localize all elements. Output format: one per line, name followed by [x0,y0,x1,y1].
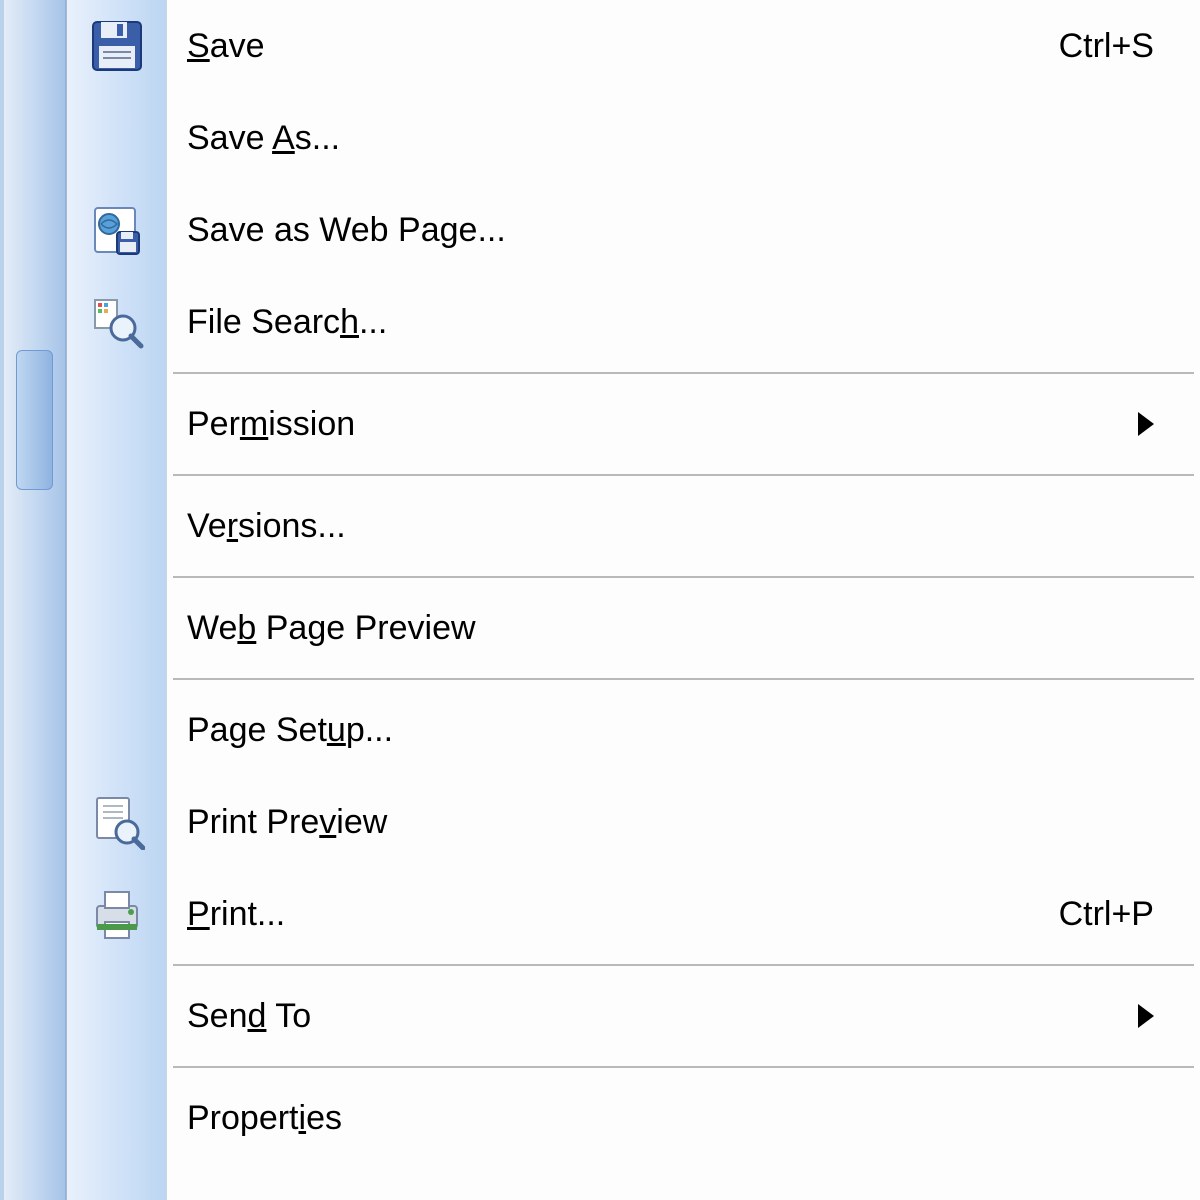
printer-icon [67,868,166,960]
menu-icon-gutter [67,0,167,1200]
menu-item-versions[interactable]: Versions... [167,480,1200,572]
menu-item-label: File Search... [187,303,1170,342]
menu-item-label: Versions... [187,507,1170,546]
menu-item-label: Page Setup... [187,711,1170,750]
menu-item-shortcut: Ctrl+S [1059,27,1170,66]
menu-item-save[interactable]: SaveCtrl+S [167,0,1200,92]
submenu-arrow-icon [1138,1004,1154,1028]
menu-icon-empty [67,378,166,470]
menu-item-permission[interactable]: Permission [167,378,1200,470]
menu-separator [167,1062,1200,1072]
menu-separator [167,960,1200,970]
menu-item-properties[interactable]: Properties [167,1072,1200,1164]
menu-item-label: Save [187,27,1059,66]
window-scrollbar-area [4,0,66,1200]
menu-item-label: Web Page Preview [187,609,1170,648]
menu-item-save-as[interactable]: Save As... [167,92,1200,184]
scrollbar-thumb[interactable] [16,350,53,490]
menu-icon-empty [67,582,166,674]
menu-icon-empty [67,970,166,1062]
file-search-icon [67,276,166,368]
menu-item-file-search[interactable]: File Search... [167,276,1200,368]
submenu-arrow-icon [1138,412,1154,436]
menu-separator [167,674,1200,684]
print-preview-icon [67,776,166,868]
menu-item-label: Send To [187,997,1138,1036]
menu-item-send-to[interactable]: Send To [167,970,1200,1062]
menu-separator [167,368,1200,378]
menu-item-print[interactable]: Print...Ctrl+P [167,868,1200,960]
menu-icon-empty [67,92,166,184]
menu-item-label: Permission [187,405,1138,444]
menu-item-label: Print... [187,895,1059,934]
web-save-icon [67,184,166,276]
menu-icon-empty [67,1072,166,1164]
menu-items-list: SaveCtrl+S Save As... Save as Web Page... F… [167,0,1200,1200]
file-menu-dropdown: SaveCtrl+S Save As... Save as Web Page... F… [0,0,1200,1200]
menu-item-save-as-web[interactable]: Save as Web Page... [167,184,1200,276]
menu-item-shortcut: Ctrl+P [1059,895,1170,934]
menu-icon-empty [67,480,166,572]
menu-item-label: Properties [187,1099,1170,1138]
floppy-icon [67,0,166,92]
menu-item-print-preview[interactable]: Print Preview [167,776,1200,868]
menu-separator [167,572,1200,582]
menu-icon-empty [67,684,166,776]
menu-item-label: Print Preview [187,803,1170,842]
menu-item-label: Save As... [187,119,1170,158]
menu-item-web-page-preview[interactable]: Web Page Preview [167,582,1200,674]
menu-item-label: Save as Web Page... [187,211,1170,250]
file-menu: SaveCtrl+S Save As... Save as Web Page... F… [66,0,1200,1200]
menu-separator [167,470,1200,480]
menu-item-page-setup[interactable]: Page Setup... [167,684,1200,776]
